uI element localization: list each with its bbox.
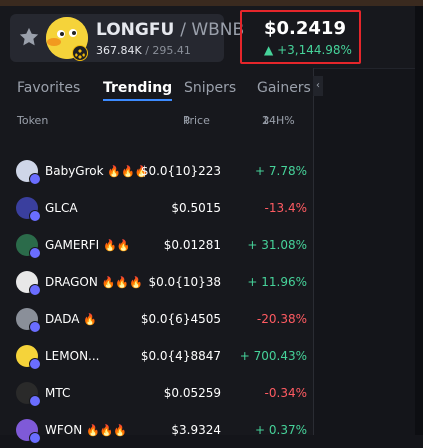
scroll-gutter: [415, 6, 423, 435]
token-row[interactable]: BabyGrok 🔥🔥🔥 $0.0{10}223 + 7.78%: [0, 153, 313, 189]
fire-icon: 🔥: [83, 313, 98, 326]
token-change: + 11.96%: [247, 275, 307, 289]
token-logo-icon: [16, 197, 41, 222]
token-symbol: DADA: [45, 312, 80, 326]
token-logo-icon: [16, 160, 41, 185]
chain-badge-icon: [29, 432, 41, 444]
token-avatar: [46, 17, 88, 61]
token-row[interactable]: DADA 🔥 $0.0{6}4505 -20.38%: [0, 301, 313, 337]
pair-quote: / WBNB: [180, 20, 245, 40]
pair-base: LONGFU: [96, 20, 175, 40]
up-arrow-icon: ▲: [264, 43, 274, 57]
token-row[interactable]: WFON 🔥🔥🔥 $3.9324 + 0.37%: [0, 412, 313, 448]
pair-stats: 367.84K / 295.41: [96, 44, 191, 57]
token-logo-icon: [16, 308, 41, 333]
token-logo-icon: [16, 382, 41, 407]
sort-icon: ⇕: [262, 114, 272, 127]
token-logo-icon: [16, 271, 41, 296]
token-card: LONGFU / WBNB 367.84K / 295.41: [10, 14, 244, 62]
token-row[interactable]: GAMERFI 🔥🔥 $0.01281 + 31.08%: [0, 227, 313, 263]
token-change: -20.38%: [256, 312, 307, 326]
secondary-value: 295.41: [152, 44, 191, 57]
price-box: $0.2419 ▲ +3,144.98%: [240, 10, 361, 64]
price-change: ▲ +3,144.98%: [264, 43, 352, 57]
token-name: DRAGON 🔥🔥🔥: [45, 275, 143, 289]
col-token: Token: [17, 114, 49, 127]
tab-snipers[interactable]: Snipers: [184, 80, 236, 96]
token-name: BabyGrok 🔥🔥🔥: [45, 164, 149, 178]
token-symbol: DRAGON: [45, 275, 98, 289]
token-change: + 7.78%: [255, 164, 307, 178]
token-change: + 31.08%: [247, 238, 307, 252]
chain-badge-icon: [29, 210, 41, 222]
token-symbol: BabyGrok: [45, 164, 104, 178]
chain-badge-icon: [29, 358, 41, 370]
token-price: $0.5015: [171, 201, 221, 215]
tab-trending[interactable]: Trending: [103, 80, 173, 101]
token-row[interactable]: DRAGON 🔥🔥🔥 $0.0{10}38 + 11.96%: [0, 264, 313, 300]
chain-badge-icon: [29, 321, 41, 333]
pair-header: LONGFU / WBNB 367.84K / 295.41 $0.2419 ▲…: [0, 6, 423, 69]
pair-name: LONGFU / WBNB: [96, 20, 244, 40]
tab-favorites[interactable]: Favorites: [17, 80, 80, 96]
token-price: $0.0{10}223: [140, 164, 221, 178]
chain-badge-icon: [29, 173, 41, 185]
token-row[interactable]: GLCA $0.5015 -13.4%: [0, 190, 313, 226]
token-name: GLCA: [45, 201, 78, 215]
token-symbol: GLCA: [45, 201, 78, 215]
tab-gainers[interactable]: Gainers: [257, 80, 311, 96]
fire-icon: 🔥🔥: [103, 239, 131, 252]
token-symbol: GAMERFI: [45, 238, 100, 252]
token-price: $0.0{4}8847: [140, 349, 221, 363]
fire-icon: 🔥🔥🔥: [86, 424, 128, 437]
token-price: $0.05259: [163, 386, 221, 400]
token-symbol: MTC: [45, 386, 71, 400]
token-name: DADA 🔥: [45, 312, 97, 326]
token-list-panel: Favorites Trending Snipers Gainers Token…: [0, 68, 314, 444]
liquidity-value: 367.84K: [96, 44, 142, 57]
token-price: $0.0{6}4505: [140, 312, 221, 326]
chain-badge-icon: [29, 247, 41, 259]
token-row[interactable]: MTC $0.05259 -0.34%: [0, 375, 313, 411]
token-symbol: LEMON...: [45, 349, 100, 363]
token-logo-icon: [16, 419, 41, 444]
bnb-chain-icon: [72, 45, 88, 61]
fire-icon: 🔥🔥🔥: [101, 276, 143, 289]
token-name: GAMERFI 🔥🔥: [45, 238, 130, 252]
token-logo-icon: [16, 234, 41, 259]
token-change: -0.34%: [264, 386, 307, 400]
star-icon[interactable]: [18, 26, 40, 48]
stats-separator: /: [145, 44, 149, 57]
token-name: LEMON...: [45, 349, 100, 363]
tab-bar: Favorites Trending Snipers Gainers: [0, 68, 313, 104]
chain-badge-icon: [29, 284, 41, 296]
token-row[interactable]: LEMON... $0.0{4}8847 + 700.43%: [0, 338, 313, 374]
token-change: + 700.43%: [239, 349, 307, 363]
column-headers: Token Price ⇕ 24H% ⇕: [0, 114, 313, 134]
token-change: -13.4%: [264, 201, 307, 215]
sort-icon: ⇕: [183, 114, 193, 127]
collapse-panel-icon[interactable]: ‹: [313, 76, 323, 96]
price-change-value: +3,144.98%: [277, 43, 352, 57]
chain-badge-icon: [29, 395, 41, 407]
token-price: $0.0{10}38: [148, 275, 221, 289]
token-price: $0.01281: [163, 238, 221, 252]
token-name: MTC: [45, 386, 70, 400]
current-price: $0.2419: [264, 18, 346, 39]
token-logo-icon: [16, 345, 41, 370]
